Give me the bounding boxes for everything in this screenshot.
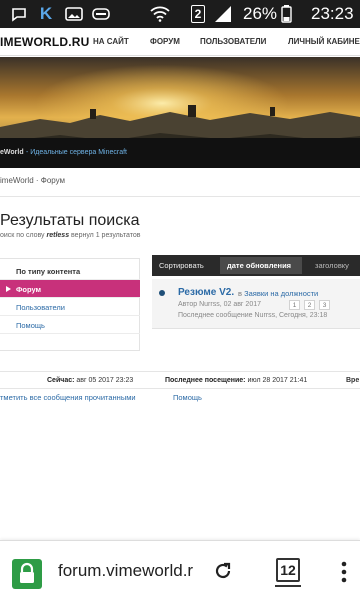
clock: 23:23	[311, 4, 354, 23]
result-forum-link[interactable]: Заявки на должности	[244, 289, 318, 298]
tab-switcher-button[interactable]: 12	[276, 558, 300, 582]
page-link-3[interactable]: 3	[319, 300, 330, 310]
mark-all-read-link[interactable]: тметить все сообщения прочитанными	[0, 393, 136, 402]
status-bar: K 2 26% 23:23	[0, 0, 360, 28]
sort-by-updated[interactable]: дате обновления	[220, 257, 302, 274]
last-visit-value: июл 28 2017 21:41	[247, 377, 308, 384]
filter-item-users[interactable]: Пользователи	[0, 298, 140, 316]
search-result-item: Резюме V2. в Заявки на должности Автор N…	[152, 279, 360, 329]
sort-option-label: дате обновления	[227, 261, 292, 270]
content-type-filter: По типу контента Форум Пользователи Помо…	[0, 258, 140, 351]
site-logo[interactable]: IMEWORLD.RU	[0, 35, 90, 49]
search-summary-suffix: вернул 1 результатов	[71, 232, 141, 239]
filter-item-forum[interactable]: Форум	[0, 280, 140, 298]
chat-bubble-icon	[10, 5, 28, 23]
banner-tagline: - Идеальные сервера Minecraft	[26, 149, 127, 156]
result-title-link[interactable]: Резюме V2.	[178, 287, 234, 298]
signal-icon	[213, 5, 233, 23]
nav-to-site[interactable]: НА САЙТ	[93, 37, 129, 46]
page-link-1[interactable]: 1	[289, 300, 300, 310]
current-time: Сейчас: авг 05 2017 23:23	[47, 377, 133, 384]
browser-address-bar: forum.vimeworld.r 12	[0, 540, 360, 600]
battery-icon	[279, 5, 293, 23]
search-summary-prefix: оиск по слову	[0, 232, 45, 239]
banner-caption-bar: eWorld - Идеальные сервера Minecraft	[0, 138, 360, 168]
overflow-menu-icon[interactable]	[340, 561, 348, 583]
sort-label: Сортировать	[159, 261, 204, 270]
last-visit-label: Последнее посещение:	[165, 377, 246, 384]
reload-icon[interactable]	[212, 560, 234, 582]
arrow-right-icon	[6, 286, 11, 292]
lock-icon[interactable]	[12, 559, 42, 589]
last-visit: Последнее посещение: июл 28 2017 21:41	[165, 377, 307, 384]
tab-underline	[275, 585, 301, 587]
battery-percent: 26%	[243, 4, 278, 23]
filter-item-label: Форум	[16, 285, 42, 294]
vk-k-icon: K	[39, 4, 53, 23]
nav-users[interactable]: ПОЛЬЗОВАТЕЛИ	[200, 37, 266, 46]
page-title: Результаты поиска	[0, 212, 140, 229]
page-link-2[interactable]: 2	[304, 300, 315, 310]
url-field[interactable]: forum.vimeworld.r	[58, 561, 200, 581]
sim-2-icon: 2	[191, 5, 205, 23]
site-header: IMEWORLD.RU НА САЙТ ФОРУМ ПОЛЬЗОВАТЕЛИ Л…	[0, 28, 360, 56]
nav-account[interactable]: ЛИЧНЫЙ КАБИНЕТ	[288, 37, 360, 46]
filter-item-label: Пользователи	[16, 303, 65, 312]
footer-help-link[interactable]: Помощь	[173, 393, 202, 402]
breadcrumb[interactable]: imeWorld · Форум	[0, 176, 65, 185]
footer-tail: Вре	[346, 377, 360, 384]
result-author: Автор Nurrss, 02 авг 2017	[178, 301, 262, 308]
filter-item-help[interactable]: Помощь	[0, 316, 140, 334]
search-summary: оиск по слову retless вернул 1 результат…	[0, 232, 140, 239]
unread-dot-icon	[159, 290, 165, 296]
search-term: retless	[46, 232, 70, 239]
result-last-post: Последнее сообщение Nurrss, Сегодня, 23:…	[178, 312, 328, 319]
sort-by-title[interactable]: заголовку	[315, 261, 349, 270]
wifi-icon	[149, 5, 171, 23]
banner-site-name: eWorld	[0, 149, 24, 156]
gamepad-icon	[91, 5, 111, 23]
current-time-value: авг 05 2017 23:23	[76, 377, 134, 384]
image-icon	[64, 5, 84, 23]
result-forum-prefix: в	[238, 289, 242, 298]
nav-forum[interactable]: ФОРУМ	[150, 37, 180, 46]
filter-item-label: Помощь	[16, 321, 45, 330]
current-time-label: Сейчас:	[47, 377, 75, 384]
footer-info-bar: Сейчас: авг 05 2017 23:23 Последнее посе…	[0, 371, 360, 389]
filter-heading-label: По типу контента	[16, 267, 81, 276]
filter-heading: По типу контента	[0, 262, 140, 280]
divider	[0, 196, 360, 197]
result-forum: в Заявки на должности	[238, 289, 318, 298]
